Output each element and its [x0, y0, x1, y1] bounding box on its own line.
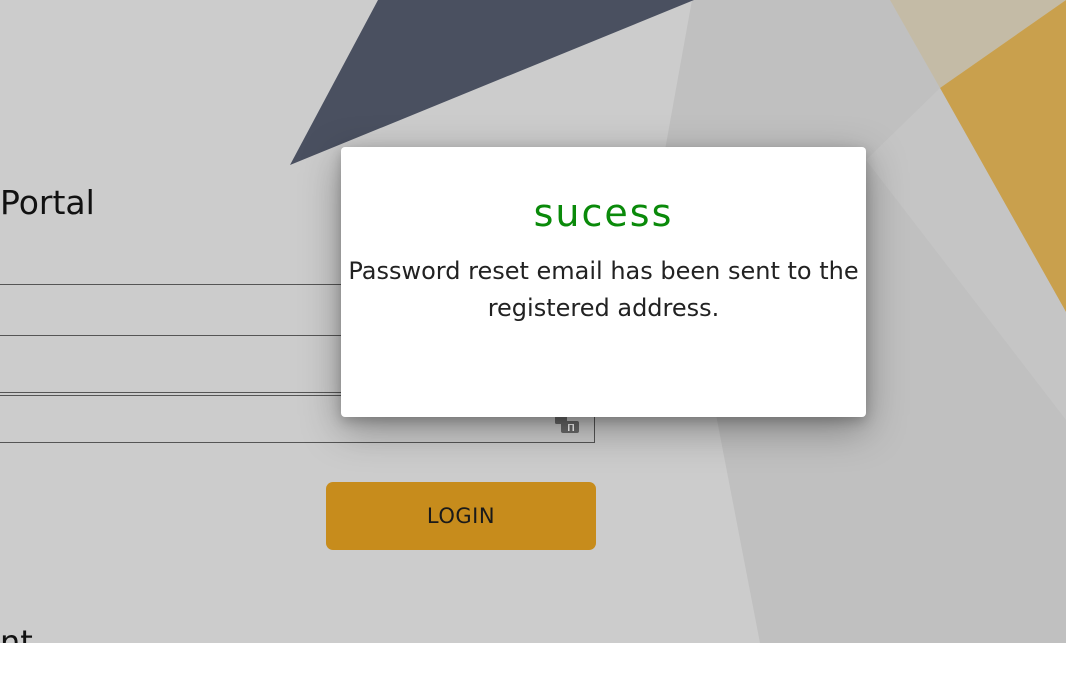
login-page: Portal LOGIN nt sucess Password reset em… — [0, 0, 1066, 643]
dialog-message: Password reset email has been sent to th… — [348, 257, 859, 322]
success-dialog: sucess Password reset email has been sen… — [341, 147, 866, 417]
page-title: Portal — [0, 183, 95, 222]
email-field-underline — [0, 335, 345, 336]
footer-heading-partial: nt — [0, 623, 33, 643]
username-field-underline — [0, 284, 345, 285]
dialog-title: sucess — [533, 191, 674, 235]
bg-navy-triangle — [290, 0, 694, 165]
password-field-underline — [0, 392, 345, 393]
login-button[interactable]: LOGIN — [326, 482, 596, 550]
